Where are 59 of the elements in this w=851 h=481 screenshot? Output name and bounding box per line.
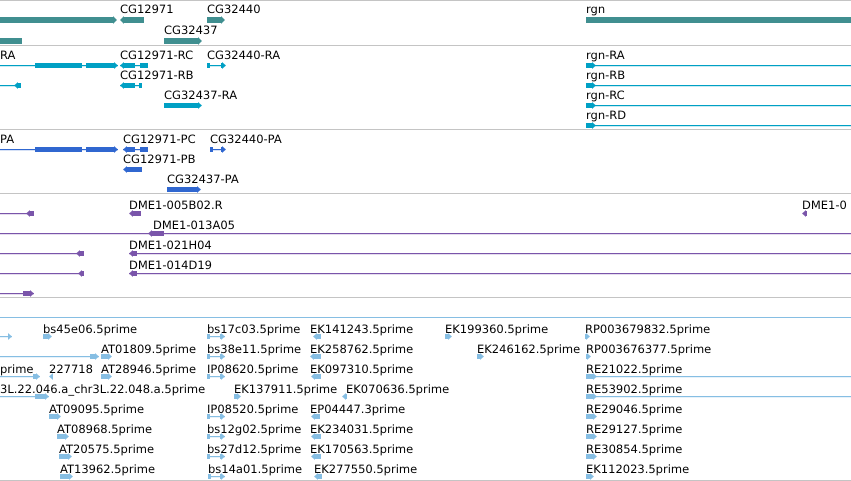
feature-label: CG32437-RA <box>164 88 238 102</box>
feature-label: RE29046.5prime <box>586 402 682 416</box>
feature-label: IP08620.5prime <box>207 362 298 376</box>
feature-label: RA <box>0 48 16 62</box>
feature-label: IP08520.5prime <box>207 402 298 416</box>
feature-label: EK070636.5prime <box>346 382 450 396</box>
feature-label: EP04447.3prime <box>310 402 406 416</box>
feature-label: CG32440-RA <box>207 48 280 62</box>
feature-label: AT09095.5prime <box>49 402 144 416</box>
feature-label: PA <box>0 132 14 146</box>
feature-label: rgn-RD <box>586 108 626 122</box>
feature-label: rgn-RB <box>586 68 626 82</box>
feature-label: RP003676377.5prime <box>586 342 712 356</box>
feature-label: EK258762.5prime <box>310 342 414 356</box>
feature-label: rgn <box>586 2 606 16</box>
feature-label: DME1-0 <box>802 198 847 212</box>
feature-label: EK112023.5prime <box>586 462 690 476</box>
feature-label: RE53902.5prime <box>586 382 682 396</box>
feature-label: bs38e11.5prime <box>207 342 302 356</box>
feature-label: CG12971-RB <box>120 68 194 82</box>
feature-label: CG12971-PC <box>123 132 196 146</box>
feature-label: DME1-014D19 <box>129 258 212 272</box>
feature-label: CG12971 <box>120 2 174 16</box>
feature-label: CG32437 <box>164 23 218 37</box>
feature-label: RE21022.5prime <box>586 362 682 376</box>
feature-label: bs14a01.5prime <box>208 462 302 476</box>
feature-label: AT20575.5prime <box>59 442 154 456</box>
feature-label: EK234031.5prime <box>310 422 414 436</box>
feature-label: EK246162.5prime <box>477 342 580 356</box>
feature-label: EK199360.5prime <box>445 322 548 336</box>
feature-label: EK137911.5prime <box>234 382 338 396</box>
feature-label: EK141243.5prime <box>310 322 414 336</box>
feature-label: DME1-021H04 <box>129 238 212 252</box>
feature-label: AT13962.5prime <box>60 462 156 476</box>
feature-label: CG32437-PA <box>167 172 239 186</box>
feature-label: bs45e06.5prime <box>43 322 138 336</box>
feature-label: DME1-013A05 <box>153 218 235 232</box>
feature-label: EK170563.5prime <box>310 442 414 456</box>
feature-label: DME1-005B02.R <box>129 198 223 212</box>
feature-label: AT28946.5prime <box>101 362 196 376</box>
feature-label: bs12g02.5prime <box>207 422 302 436</box>
feature-label: AT01809.5prime <box>101 342 196 356</box>
feature-label: rgn-RC <box>586 88 625 102</box>
feature-label: prime <box>0 362 34 376</box>
feature-label: CG32440 <box>207 2 261 16</box>
feature-label: RE30854.5prime <box>586 442 682 456</box>
feature-label: CG32440-PA <box>210 132 282 146</box>
feature-label: bs27d12.5prime <box>207 442 302 456</box>
feature-label: 227718 <box>49 362 93 376</box>
feature-label: AT08968.5prime <box>57 422 152 436</box>
feature-label: EK097310.5prime <box>310 362 414 376</box>
feature-label: 3L.22.046.a_chr3L.22.048.a.5prime <box>0 382 206 396</box>
feature-label: RE29127.5prime <box>586 422 682 436</box>
feature-label: RP003679832.5prime <box>585 322 710 336</box>
feature-label: EK277550.5prime <box>314 462 418 476</box>
feature-label: CG12971-RC <box>120 48 194 62</box>
feature-label: bs17c03.5prime <box>207 322 300 336</box>
feature-label: rgn-RA <box>586 48 625 62</box>
feature-label: CG12971-PB <box>123 152 196 166</box>
